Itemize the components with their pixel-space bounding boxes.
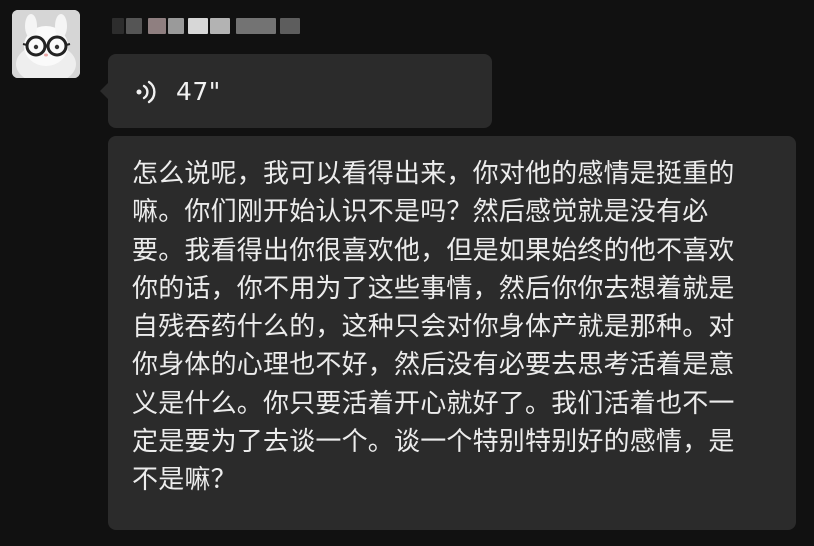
- voice-message-bubble[interactable]: [100, 54, 492, 128]
- name-mosaic-block: [210, 18, 230, 34]
- name-mosaic-block: [236, 18, 276, 34]
- voice-transcription-bubble[interactable]: 怎么说呢，我可以看得出来，你对他的感情是挺重的 嘛。你们刚开始认识不是吗？然后感…: [108, 136, 796, 530]
- name-mosaic-block: [280, 18, 300, 34]
- name-mosaic-block: [168, 18, 184, 34]
- bunny-with-glasses-avatar-icon: [12, 10, 80, 78]
- chat-window: 47" 怎么说呢，我可以看得出来，你对他的感情是挺重的 嘛。你们刚开始认识不是吗…: [0, 0, 814, 546]
- voice-duration: 47": [176, 77, 221, 106]
- voice-transcription-text: 怎么说呢，我可以看得出来，你对他的感情是挺重的 嘛。你们刚开始认识不是吗？然后感…: [132, 159, 735, 496]
- name-mosaic-block: [188, 18, 208, 34]
- name-mosaic-block: [148, 18, 166, 34]
- avatar[interactable]: [12, 10, 80, 78]
- name-mosaic-block: [126, 18, 142, 34]
- name-mosaic-block: [112, 18, 124, 34]
- voice-wave-icon: [136, 80, 156, 104]
- sender-name-redacted: [112, 14, 332, 44]
